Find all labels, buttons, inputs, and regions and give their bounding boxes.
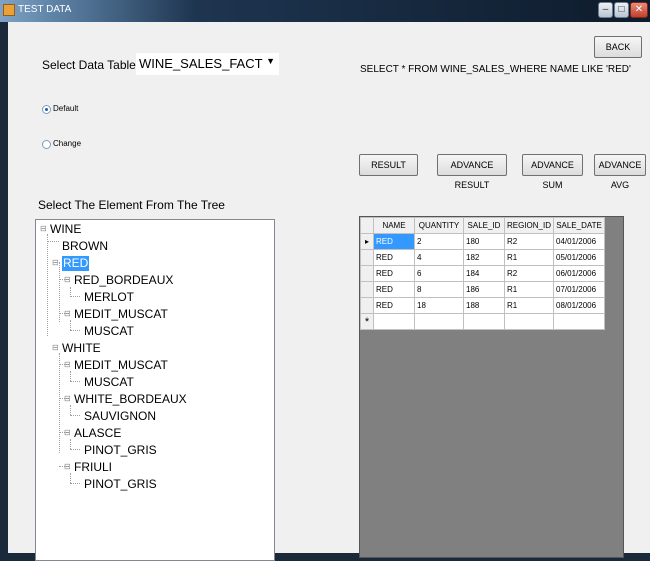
collapse-icon[interactable]: ⊟ (52, 343, 59, 352)
table-row[interactable]: RED 8 186 R1 07/01/2006 (360, 281, 606, 298)
table-header-row: NAME QUANTITY SALE_ID REGION_ID SALE_DAT… (360, 217, 606, 234)
change-radio-label: Change (53, 139, 82, 148)
results-table: NAME QUANTITY SALE_ID REGION_ID SALE_DAT… (360, 217, 606, 330)
table-row[interactable]: RED 6 184 R2 06/01/2006 (360, 265, 606, 282)
column-header[interactable]: QUANTITY (414, 217, 464, 234)
table-cell[interactable]: 8 (414, 281, 464, 298)
table-cell[interactable]: 18 (414, 297, 464, 314)
advance-result-button[interactable]: ADVANCE RESULT (437, 154, 507, 190)
table-cell[interactable]: 07/01/2006 (553, 281, 606, 298)
table-cell[interactable]: 04/01/2006 (553, 233, 606, 250)
table-cell[interactable]: RED (373, 249, 415, 266)
default-radio[interactable] (42, 105, 51, 114)
table-cell[interactable]: R2 (503, 265, 555, 282)
form-client-area: Select Data Table WINE_SALES_FACT ▼ SELE… (8, 22, 650, 561)
table-cell[interactable] (414, 313, 464, 330)
minimize-button[interactable]: – (598, 2, 613, 18)
combo-value: WINE_SALES_FACT (139, 56, 263, 71)
results-data-grid[interactable]: NAME QUANTITY SALE_ID REGION_ID SALE_DAT… (359, 216, 624, 558)
collapse-icon[interactable]: ⊟ (64, 275, 71, 284)
tree-node-muscat-white[interactable]: MUSCAT (84, 375, 134, 390)
tree-node-white-bordeaux[interactable]: WHITE_BORDEAUX (74, 392, 187, 407)
tree-node-brown[interactable]: BROWN (62, 239, 108, 254)
tree-node-merlot[interactable]: MERLOT (84, 290, 134, 305)
tree-node-pinot-gris-friuli[interactable]: PINOT_GRIS (84, 477, 157, 492)
collapse-icon[interactable]: ⊟ (64, 360, 71, 369)
row-header[interactable] (360, 297, 374, 314)
table-cell[interactable]: RED (373, 281, 415, 298)
table-cell[interactable]: 184 (463, 265, 505, 282)
table-cell[interactable] (463, 313, 505, 330)
back-button[interactable]: BACK (594, 36, 642, 58)
chevron-down-icon[interactable]: ▼ (266, 56, 275, 66)
new-row[interactable]: * (360, 313, 606, 330)
column-header[interactable]: SALE_DATE (553, 217, 606, 234)
table-row[interactable]: RED 18 188 R1 08/01/2006 (360, 297, 606, 314)
table-cell[interactable] (503, 313, 555, 330)
maximize-button[interactable]: □ (614, 2, 629, 18)
tree-node-sauvignon[interactable]: SAUVIGNON (84, 409, 156, 424)
tree-node-white[interactable]: WHITE (62, 341, 101, 356)
table-row[interactable]: ▸ RED 2 180 R2 04/01/2006 (360, 233, 606, 250)
default-radio-label: Default (53, 104, 79, 113)
table-cell[interactable]: R1 (503, 297, 555, 314)
tree-node-medit-muscat[interactable]: MEDIT_MUSCAT (74, 307, 168, 322)
new-row-marker[interactable]: * (360, 313, 374, 330)
window-title: TEST DATA (18, 4, 72, 15)
collapse-icon[interactable]: ⊟ (64, 309, 71, 318)
collapse-icon[interactable]: ⊟ (64, 428, 71, 437)
table-cell[interactable]: 4 (414, 249, 464, 266)
select-tree-label: Select The Element From The Tree (38, 198, 225, 212)
wine-tree-view[interactable]: ⊟ WINE BROWN ⊟ RED ⊟ RED_BORDEAUX MERLOT… (35, 219, 275, 561)
table-cell[interactable]: 06/01/2006 (553, 265, 606, 282)
table-cell[interactable]: 6 (414, 265, 464, 282)
app-icon (3, 4, 15, 16)
table-cell[interactable]: RED (373, 233, 415, 250)
advance-sum-button[interactable]: ADVANCE SUM (522, 154, 583, 190)
table-cell[interactable]: R1 (503, 249, 555, 266)
tree-node-red-bordeaux[interactable]: RED_BORDEAUX (74, 273, 173, 288)
row-header[interactable] (360, 265, 374, 282)
tree-node-muscat[interactable]: MUSCAT (84, 324, 134, 339)
tree-node-medit-muscat-white[interactable]: MEDIT_MUSCAT (74, 358, 168, 373)
table-cell[interactable]: 05/01/2006 (553, 249, 606, 266)
tree-node-red[interactable]: RED (62, 256, 90, 271)
select-table-label: Select Data Table (42, 58, 136, 72)
table-cell[interactable] (373, 313, 415, 330)
sql-query-text: SELECT * FROM WINE_SALES_WHERE NAME LIKE… (360, 64, 631, 75)
change-radio[interactable] (42, 140, 51, 149)
table-cell[interactable]: 182 (463, 249, 505, 266)
advance-avg-button[interactable]: ADVANCE AVG (594, 154, 646, 190)
table-cell[interactable]: 186 (463, 281, 505, 298)
result-button[interactable]: RESULT (359, 154, 418, 176)
data-table-combo[interactable]: WINE_SALES_FACT ▼ (136, 53, 279, 75)
table-cell[interactable]: R2 (503, 233, 555, 250)
close-button[interactable]: ✕ (630, 2, 648, 18)
table-cell[interactable]: 08/01/2006 (553, 297, 606, 314)
row-header[interactable] (360, 281, 374, 298)
tree-node-alasce[interactable]: ALASCE (74, 426, 121, 441)
table-row[interactable]: RED 4 182 R1 05/01/2006 (360, 249, 606, 266)
row-header[interactable] (360, 249, 374, 266)
table-cell[interactable]: 188 (463, 297, 505, 314)
column-header[interactable]: SALE_ID (463, 217, 505, 234)
collapse-icon[interactable]: ⊟ (64, 394, 71, 403)
table-cell[interactable]: R1 (503, 281, 555, 298)
tree-node-wine[interactable]: WINE (50, 222, 81, 237)
table-cell[interactable]: 180 (463, 233, 505, 250)
table-cell[interactable]: 2 (414, 233, 464, 250)
table-cell[interactable]: RED (373, 297, 415, 314)
collapse-icon[interactable]: ⊟ (40, 224, 47, 233)
table-cell[interactable]: RED (373, 265, 415, 282)
corner-cell[interactable] (360, 217, 374, 234)
current-row-marker[interactable]: ▸ (360, 233, 374, 250)
collapse-icon[interactable]: ⊟ (64, 462, 71, 471)
collapse-icon[interactable]: ⊟ (52, 258, 59, 267)
column-header[interactable]: REGION_ID (503, 217, 555, 234)
column-header[interactable]: NAME (373, 217, 415, 234)
tree-node-pinot-gris[interactable]: PINOT_GRIS (84, 443, 157, 458)
tree-node-friuli[interactable]: FRIULI (74, 460, 112, 475)
table-cell[interactable] (553, 313, 606, 330)
title-bar[interactable]: TEST DATA – □ ✕ (0, 0, 650, 22)
